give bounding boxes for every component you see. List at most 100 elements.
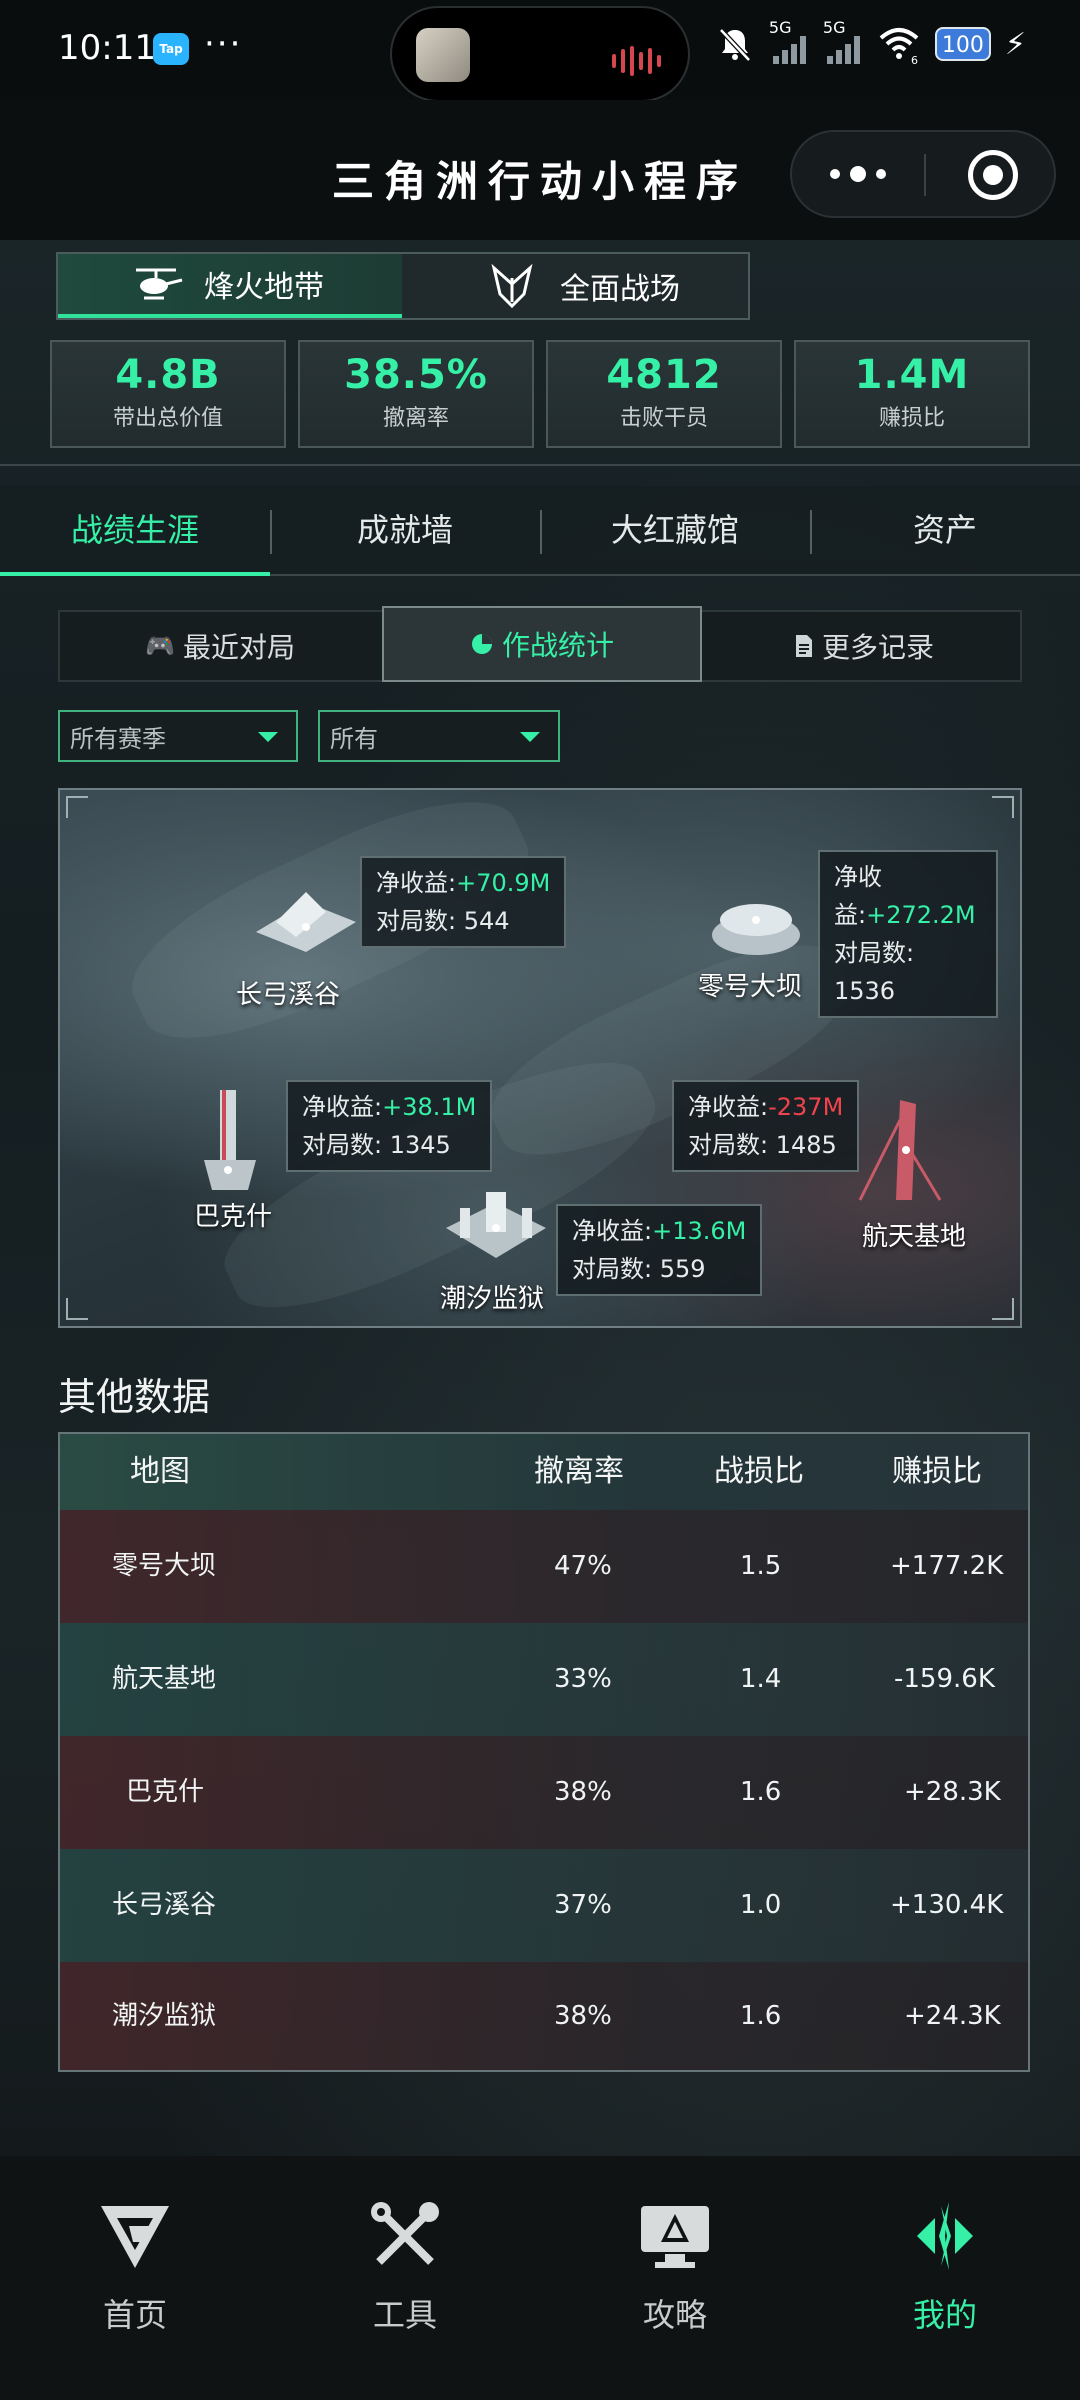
mode-switch: 烽火地带 全面战场 [56, 252, 750, 320]
map-info-space-base[interactable]: 净收益:-237M 对局数: 1485 [672, 1080, 860, 1172]
svg-text:6: 6 [911, 54, 918, 64]
column-header-map: 地图 [130, 1454, 190, 1489]
map-label-space-base[interactable]: 航天基地 [862, 1216, 966, 1253]
cell-kd-ratio: 1.6 [740, 1777, 782, 1807]
media-artwork [416, 28, 470, 82]
frame-corner [992, 1298, 1014, 1320]
tab-assets[interactable]: 资产 [810, 486, 1080, 576]
cell-map: 航天基地 [112, 1664, 217, 1694]
stat-value: 38.5% [344, 352, 488, 398]
stat-label: 击败干员 [619, 406, 708, 431]
nav-label: 工具 [372, 2296, 437, 2334]
cell-kd-ratio: 1.6 [740, 2001, 782, 2031]
matches-value: 1536 [834, 977, 896, 1005]
mode-dropdown-value: 所有 [330, 724, 378, 753]
net-value: +272.2M [866, 901, 976, 929]
table-row[interactable]: 巴克什 38% 1.6 +28.3K [60, 1736, 1028, 1849]
stat-extraction-rate: 38.5% 撤离率 [298, 340, 534, 448]
mode-tab-hazard-zone[interactable]: 烽火地带 [58, 254, 402, 318]
map-info-changgong[interactable]: 净收益:+70.9M 对局数: 544 [360, 856, 567, 948]
map-label-tide-prison[interactable]: 潮汐监狱 [440, 1278, 544, 1315]
cell-extraction-rate: 37% [554, 1890, 612, 1920]
mute-bell-icon [719, 28, 751, 62]
map-info-zero-dam[interactable]: 净收 益:+272.2M 对局数: 1536 [818, 850, 998, 1018]
tab-red-collection[interactable]: 大红藏馆 [540, 486, 810, 576]
audio-wave-icon [612, 46, 661, 76]
cell-map: 长弓溪谷 [112, 1890, 217, 1920]
matches-label: 对局数: [302, 1131, 390, 1159]
matches-value: 544 [463, 907, 510, 935]
profile-emblem-icon [917, 2202, 973, 2270]
cell-profit-ratio: -159.6K [894, 1664, 995, 1694]
gamepad-icon: 🎮 [145, 632, 175, 660]
subtab-label: 作战统计 [501, 629, 614, 662]
document-icon [795, 635, 812, 657]
table-row[interactable]: 潮汐监狱 38% 1.6 +24.3K [60, 1962, 1028, 2070]
tab-career-record[interactable]: 战绩生涯 [0, 486, 270, 576]
tab-achievement-wall[interactable]: 成就墙 [270, 486, 540, 576]
column-header-extraction-rate: 撤离率 [534, 1454, 624, 1489]
nav-tools[interactable]: 工具 [270, 2196, 540, 2336]
map-info-bakesh[interactable]: 净收益:+38.1M 对局数: 1345 [286, 1080, 493, 1172]
close-mini-program-button[interactable] [968, 150, 1018, 200]
stat-total-value: 4.8B 带出总价值 [50, 340, 286, 448]
dam-building-icon [712, 904, 800, 955]
cell-kd-ratio: 1.0 [740, 1890, 782, 1920]
frame-corner [992, 796, 1014, 818]
status-bar: 10:11 Tap ··· 5G 5G 6 100 ⚡ [0, 0, 1080, 102]
nav-label: 攻略 [642, 2296, 707, 2334]
matches-value: 1345 [389, 1131, 451, 1159]
map-label-bakesh[interactable]: 巴克什 [194, 1196, 272, 1233]
stat-label: 撤离率 [382, 406, 449, 431]
battery-indicator: 100 [934, 27, 991, 61]
capsule-divider [924, 154, 926, 196]
cell-profit-ratio: +130.4K [890, 1890, 1004, 1920]
season-dropdown[interactable]: 所有赛季 [58, 710, 298, 762]
status-time: 10:11 [58, 28, 156, 68]
cell-map: 巴克什 [126, 1777, 205, 1807]
pie-chart-icon [471, 634, 492, 654]
cell-profit-ratio: +24.3K [904, 2001, 1001, 2031]
bottom-navigation: 首页 工具 攻略 我的 [0, 2156, 1080, 2400]
dynamic-island[interactable] [390, 6, 690, 102]
net-label: 净收 [834, 863, 882, 891]
signal-5g-icon: 5G [769, 18, 809, 64]
status-icons: 5G 5G 6 100 ⚡ [715, 18, 1026, 64]
stat-label: 赚损比 [878, 406, 945, 431]
nav-home[interactable]: 首页 [0, 2196, 270, 2336]
map-label-zero-dam[interactable]: 零号大坝 [698, 966, 802, 1003]
sub-tabs: 🎮 最近对局 作战统计 更多记录 [58, 606, 1024, 682]
section-tabs: 战绩生涯 成就墙 大红藏馆 资产 [0, 486, 1080, 576]
subtab-combat-stats[interactable]: 作战统计 [382, 606, 702, 682]
map-label-changgong[interactable]: 长弓溪谷 [236, 974, 340, 1011]
net-label: 净收益: [302, 1093, 383, 1121]
main-content: 烽火地带 全面战场 4.8B 带出总价值 38.5% 撤离率 4812 击败干员… [0, 240, 1080, 2156]
mode-dropdown[interactable]: 所有 [318, 710, 560, 762]
wifi-icon: 6 [879, 28, 919, 64]
nav-me[interactable]: 我的 [810, 2196, 1080, 2336]
matches-label: 对局数: [572, 1255, 660, 1283]
more-menu-button[interactable] [792, 132, 924, 216]
cell-extraction-rate: 38% [554, 2001, 612, 2031]
mode-tab-label: 烽火地带 [204, 270, 324, 305]
mini-program-capsule [790, 130, 1056, 218]
table-row[interactable]: 航天基地 33% 1.4 -159.6K [60, 1623, 1028, 1736]
map-stats-panel: 长弓溪谷 净收益:+70.9M 对局数: 544 零号大坝 净收 益:+272.… [58, 788, 1022, 1328]
chevron-down-icon [520, 732, 540, 742]
nav-guides[interactable]: 攻略 [540, 2196, 810, 2336]
chevron-down-icon [258, 732, 278, 742]
more-notifications-icon: ··· [204, 24, 243, 64]
signal-5g-icon-2: 5G [823, 18, 863, 64]
table-row[interactable]: 零号大坝 47% 1.5 +177.2K [60, 1510, 1028, 1623]
subtab-more-records[interactable]: 更多记录 [704, 612, 1024, 680]
nav-label: 我的 [912, 2296, 977, 2334]
map-info-tide-prison[interactable]: 净收益:+13.6M 对局数: 559 [556, 1204, 763, 1296]
table-header: 地图 撤离率 战损比 赚损比 [60, 1434, 1028, 1510]
stat-value: 4.8B [115, 352, 221, 398]
mode-tab-full-battlefield[interactable]: 全面战场 [404, 254, 748, 318]
summary-stats: 4.8B 带出总价值 38.5% 撤离率 4812 击败干员 1.4M 赚损比 [50, 340, 1030, 448]
subtab-recent-matches[interactable]: 🎮 最近对局 [60, 612, 380, 680]
charging-icon: ⚡ [1004, 26, 1026, 62]
table-row[interactable]: 长弓溪谷 37% 1.0 +130.4K [60, 1849, 1028, 1962]
mini-program-header: 三角洲行动小程序 [0, 100, 1080, 240]
